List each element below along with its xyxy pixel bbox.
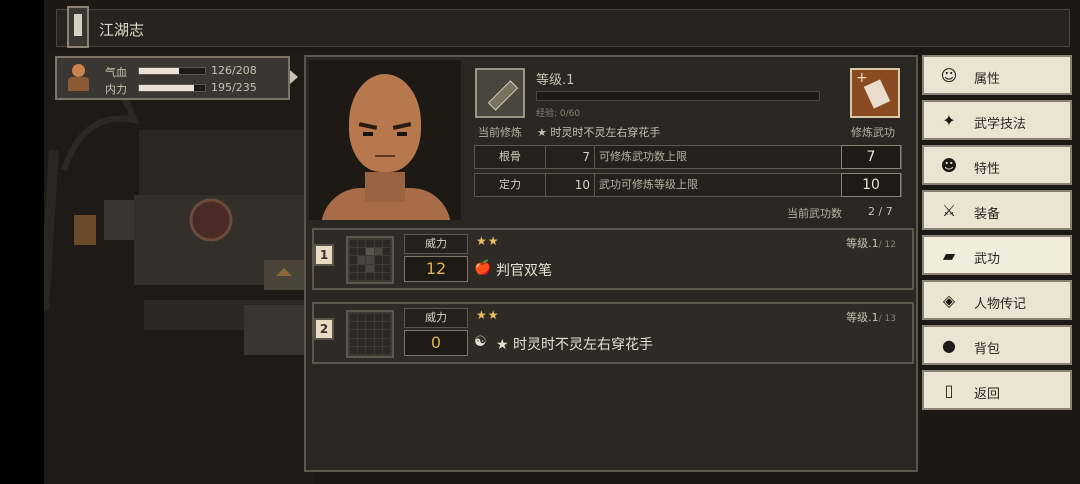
- practice-label: 修炼武功: [851, 126, 895, 139]
- menu-attributes-button[interactable]: ☺ 属性: [922, 55, 1072, 95]
- menu-label: 背包: [974, 342, 1001, 357]
- menu-back-button[interactable]: ▯ 返回: [922, 370, 1072, 410]
- xp-text: 经验: 0/60: [536, 109, 581, 119]
- manual-level: 等级.1: [536, 73, 575, 88]
- skill-level: 等级.1/ 13: [846, 311, 896, 324]
- stat-name: 定力: [475, 174, 546, 196]
- mp-label: 内力: [105, 83, 127, 96]
- practice-manual-button[interactable]: +: [850, 68, 900, 118]
- hp-value: 126/208: [211, 64, 257, 77]
- character-status-panel[interactable]: 气血 126/208 内力 195/235: [55, 56, 290, 100]
- top-title-bar: 江湖志: [56, 6, 1070, 48]
- skill-slot-1[interactable]: 1 威力 12 ★★ 🍎 判官双笔 等级.1/ 12: [312, 228, 914, 290]
- yin-yang-icon: ☯: [474, 334, 487, 350]
- character-portrait: [309, 60, 461, 220]
- menu-label: 返回: [974, 387, 1001, 402]
- current-practice-name: ★ 时灵时不灵左右穿花手: [537, 126, 661, 139]
- menu-martial-arts-button[interactable]: ▰ 武功: [922, 235, 1072, 275]
- skill-grid-icon: [346, 236, 394, 284]
- bag-icon: ●: [942, 336, 956, 355]
- xp-bar: [536, 91, 820, 101]
- menu-traits-button[interactable]: ☻ 特性: [922, 145, 1072, 185]
- character-avatar-icon: [63, 63, 93, 93]
- menu-bag-button[interactable]: ● 背包: [922, 325, 1072, 365]
- mp-bar-fill: [139, 85, 194, 91]
- skill-name: 判官双笔: [496, 263, 552, 279]
- martial-skill-icon: ✦: [942, 111, 956, 130]
- skill-index: 1: [314, 244, 334, 266]
- mp-value: 195/235: [211, 81, 257, 94]
- menu-martial-techniques-button[interactable]: ✦ 武学技法: [922, 100, 1072, 140]
- hp-bar: [138, 67, 206, 75]
- power-value: 12: [404, 256, 468, 282]
- stat-cap: 10: [841, 173, 901, 197]
- menu-label: 武功: [974, 252, 1001, 267]
- scroll-icon[interactable]: [475, 68, 525, 118]
- hp-bar-fill: [139, 68, 179, 74]
- menu-label: 人物传记: [974, 297, 1027, 312]
- plus-icon: +: [856, 70, 868, 86]
- menu-label: 特性: [974, 162, 1001, 177]
- apple-icon: 🍎: [474, 260, 492, 276]
- star-rating: ★★: [476, 234, 500, 248]
- stat-row-bone: 根骨 7 可修炼武功数上限 7: [474, 145, 902, 169]
- power-label: 威力: [404, 308, 468, 328]
- menu-label: 装备: [974, 207, 1001, 222]
- background-scene: [44, 50, 314, 484]
- skill-index: 2: [314, 318, 334, 340]
- manual-book-icon: ▰: [942, 246, 956, 265]
- skill-count-label: 当前武功数: [787, 207, 842, 220]
- menu-label: 武学技法: [974, 117, 1027, 132]
- star-rating: ★★: [476, 308, 500, 322]
- biography-icon: ◈: [942, 291, 956, 310]
- menu-label: 属性: [974, 72, 1001, 87]
- stat-value: 7: [545, 146, 595, 168]
- person-icon: ☺: [940, 66, 958, 85]
- stat-desc: 可修炼武功数上限: [599, 150, 687, 163]
- expand-arrow-icon[interactable]: [290, 70, 298, 84]
- skill-grid-icon: [346, 310, 394, 358]
- skill-name: ★ 时灵时不灵左右穿花手: [496, 337, 654, 353]
- hp-label: 气血: [105, 66, 127, 79]
- stat-name: 根骨: [475, 146, 546, 168]
- menu-biography-button[interactable]: ◈ 人物传记: [922, 280, 1072, 320]
- stat-value: 10: [545, 174, 595, 196]
- stat-row-focus: 定力 10 武功可修炼等级上限 10: [474, 173, 902, 197]
- skill-slot-2[interactable]: 2 威力 0 ★★ ☯ ★ 时灵时不灵左右穿花手 等级.1/ 13: [312, 302, 914, 364]
- trait-icon: ☻: [940, 156, 958, 175]
- menu-equipment-button[interactable]: ⚔ 装备: [922, 190, 1072, 230]
- power-label: 威力: [404, 234, 468, 254]
- window-title: 江湖志: [99, 21, 145, 39]
- stat-cap: 7: [841, 145, 901, 169]
- sword-icon: ⚔: [941, 201, 957, 220]
- journal-book-icon: [67, 6, 89, 48]
- door-icon: ▯: [944, 381, 954, 400]
- stat-desc: 武功可修炼等级上限: [599, 178, 698, 191]
- current-practice-label: 当前修炼: [478, 126, 522, 139]
- skill-count-value: 2 / 7: [868, 205, 893, 218]
- skill-level: 等级.1/ 12: [846, 237, 896, 250]
- mp-bar: [138, 84, 206, 92]
- power-value: 0: [404, 330, 468, 356]
